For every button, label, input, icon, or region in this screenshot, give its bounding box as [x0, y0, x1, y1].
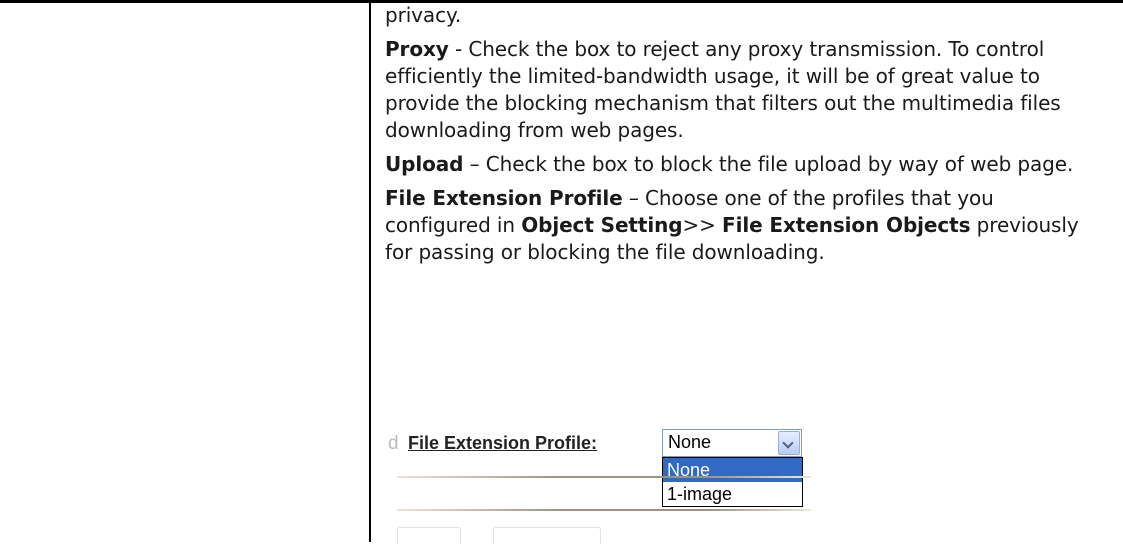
proxy-paragraph: Proxy - Check the box to reject any prox…: [385, 36, 1105, 144]
select-current-value: None: [668, 432, 712, 452]
divider-line: [397, 509, 811, 511]
option-1-image[interactable]: 1-image: [663, 482, 802, 506]
description-column: privacy. Proxy - Check the box to reject…: [385, 2, 1105, 273]
divider-line: [397, 476, 811, 478]
upload-paragraph: Upload – Check the box to block the file…: [385, 151, 1105, 178]
upload-term: Upload: [385, 152, 464, 176]
partial-button[interactable]: [493, 527, 601, 544]
chevron-down-icon[interactable]: [778, 431, 800, 455]
file-extension-profile-select[interactable]: None: [662, 429, 802, 457]
file-extension-profile-link[interactable]: File Extension Profile:: [408, 433, 597, 454]
upload-text: – Check the box to block the file upload…: [463, 152, 1074, 176]
cut-off-text: d: [388, 433, 399, 454]
profile-term: File Extension Profile: [385, 186, 623, 210]
column-divider: [369, 0, 371, 542]
object-setting-ref: Object Setting: [521, 213, 683, 237]
proxy-term: Proxy: [385, 37, 449, 61]
ui-screenshot-crop: d File Extension Profile: None None 1-im…: [385, 420, 845, 544]
intro-tail: privacy.: [385, 3, 462, 27]
option-none[interactable]: None: [663, 458, 802, 482]
profile-paragraph: File Extension Profile – Choose one of t…: [385, 185, 1105, 266]
ref-separator: >>: [682, 213, 723, 237]
proxy-text: - Check the box to reject any proxy tran…: [385, 37, 1061, 142]
profile-dropdown-list: None 1-image: [662, 457, 803, 507]
partial-button[interactable]: [397, 527, 461, 544]
file-extension-objects-ref: File Extension Objects: [722, 213, 971, 237]
